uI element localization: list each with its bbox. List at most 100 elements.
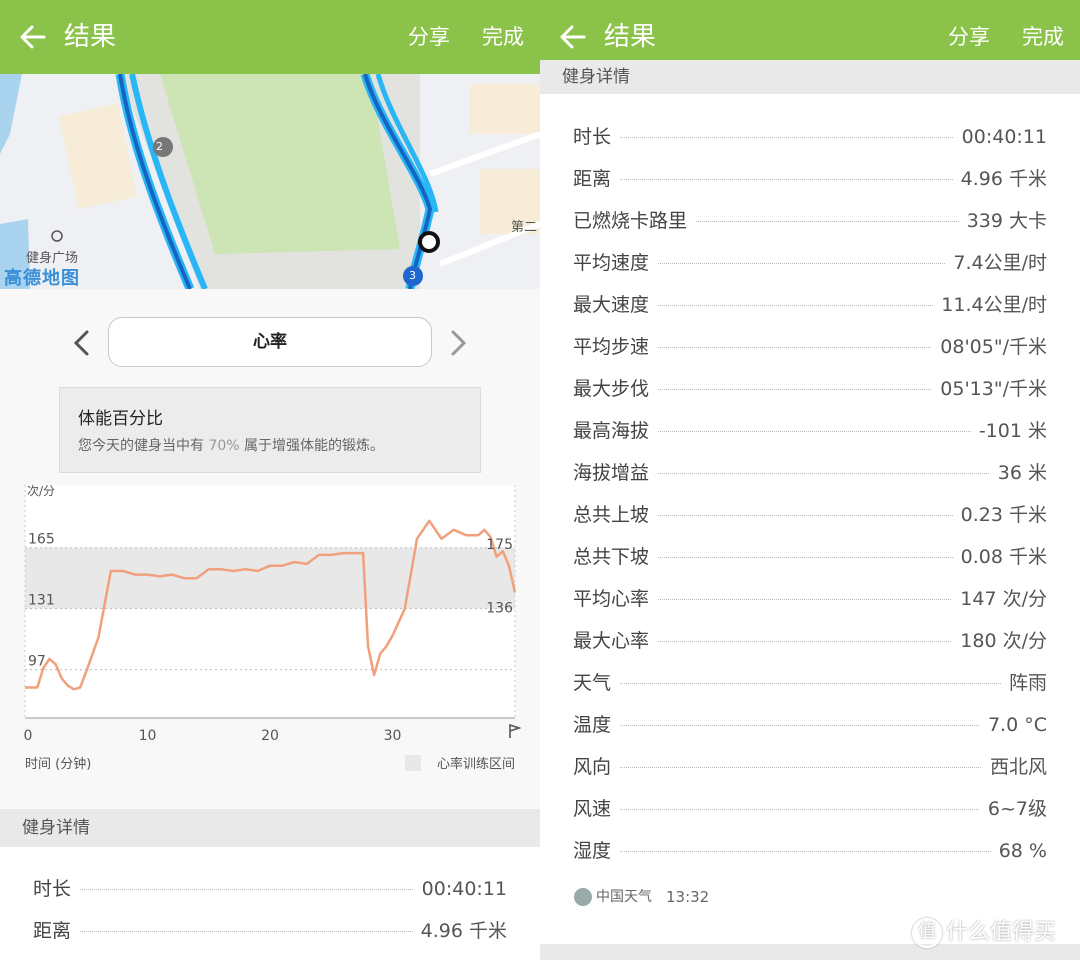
- page-title-right: 结果: [604, 22, 657, 52]
- detail-row-6: 最大步伐 05'13"/千米: [573, 374, 1047, 404]
- detail-value: 180 次/分: [952, 626, 1047, 656]
- map-road-label: 第二: [511, 220, 538, 235]
- detail-row-15: 风向 西北风: [573, 752, 1047, 782]
- hr-annotation: 136: [486, 601, 513, 617]
- x-tick-label: 20: [261, 728, 279, 744]
- detail-value: 4.96 千米: [412, 916, 507, 946]
- weather-source-name: 中国天气: [596, 889, 652, 905]
- detail-value: 4.96 千米: [952, 164, 1047, 194]
- detail-value: 05'13"/千米: [932, 374, 1047, 404]
- hr-annotation: 175: [486, 537, 513, 553]
- detail-value: 西北风: [981, 752, 1047, 782]
- map-canvas: [0, 74, 540, 289]
- detail-label: 平均速度: [573, 248, 658, 278]
- page-title: 结果: [64, 22, 117, 52]
- left-screen: 结果 分享 完成 2 3 健身广场 第二 高德地图 心率 体能百分比 您今天的健…: [0, 0, 540, 960]
- detail-value: 7.4公里/时: [945, 248, 1047, 278]
- details-header-right: 健身详情: [540, 60, 1080, 94]
- route-map[interactable]: 2 3 健身广场 第二: [0, 74, 540, 289]
- weather-source: 中国天气: [574, 886, 652, 906]
- fitness-text-after: 属于增强体能的锻炼。: [244, 438, 385, 454]
- details-header-left: 健身详情: [0, 809, 540, 847]
- leader-dots: [573, 683, 1047, 684]
- fitness-percent-box: 体能百分比 您今天的健身当中有 70% 属于增强体能的锻炼。: [59, 387, 481, 473]
- detail-value: 00:40:11: [953, 122, 1047, 152]
- detail-row-7: 最高海拔 -101 米: [573, 416, 1047, 446]
- detail-value: 36 米: [989, 458, 1047, 488]
- detail-row-8: 海拔增益 36 米: [573, 458, 1047, 488]
- detail-label: 最大速度: [573, 290, 658, 320]
- detail-value: 00:40:11: [413, 874, 507, 904]
- fitness-text-before: 您今天的健身当中有: [78, 438, 204, 454]
- detail-row-left-1: 距离 4.96 千米: [33, 916, 507, 946]
- right-screen: 结果 分享 完成 健身详情 时长 00:40:11 距离 4.96 千米已燃烧卡路里 3…: [540, 0, 1080, 960]
- detail-value: 339 大卡: [958, 206, 1047, 236]
- fitness-percent-value: 70%: [208, 438, 240, 454]
- detail-label: 距离: [33, 916, 80, 946]
- detail-label: 总共下坡: [573, 542, 658, 572]
- detail-row-16: 风速 6~7级: [573, 794, 1047, 824]
- leader-dots: [573, 767, 1047, 768]
- detail-label: 已燃烧卡路里: [573, 206, 696, 236]
- share-button-right[interactable]: 分享: [948, 23, 990, 51]
- detail-row-0: 时长 00:40:11: [573, 122, 1047, 152]
- detail-row-left-0: 时长 00:40:11: [33, 874, 507, 904]
- fitness-percent-title: 体能百分比: [78, 409, 163, 429]
- detail-row-17: 湿度 68 %: [573, 836, 1047, 866]
- detail-value: 6~7级: [979, 794, 1047, 824]
- detail-row-12: 最大心率 180 次/分: [573, 626, 1047, 656]
- leader-dots: [573, 809, 1047, 810]
- detail-row-3: 平均速度 7.4公里/时: [573, 248, 1047, 278]
- detail-label: 距离: [573, 164, 620, 194]
- weather-time: 13:32: [666, 888, 710, 906]
- weather-logo-icon: [574, 888, 592, 906]
- x-tick-label: 30: [384, 728, 402, 744]
- detail-value: 7.0 °C: [979, 710, 1047, 740]
- detail-row-13: 天气 阵雨: [573, 668, 1047, 698]
- detail-label: 最大心率: [573, 626, 658, 656]
- chevron-right-icon[interactable]: [446, 328, 470, 358]
- metric-selector[interactable]: 心率: [108, 317, 432, 367]
- detail-label: 风速: [573, 794, 620, 824]
- detail-value: 11.4公里/时: [933, 290, 1047, 320]
- chevron-left-icon[interactable]: [70, 328, 94, 358]
- detail-value: 68 %: [990, 836, 1047, 866]
- detail-row-1: 距离 4.96 千米: [573, 164, 1047, 194]
- back-arrow-icon[interactable]: [558, 18, 588, 56]
- done-button-right[interactable]: 完成: [1022, 23, 1064, 51]
- leader-dots: [573, 851, 1047, 852]
- back-arrow-icon[interactable]: [18, 18, 48, 56]
- y-unit-label: 次/分: [27, 484, 55, 498]
- share-button[interactable]: 分享: [408, 23, 450, 51]
- detail-label: 海拔增益: [573, 458, 658, 488]
- detail-row-10: 总共下坡 0.08 千米: [573, 542, 1047, 572]
- detail-label: 时长: [573, 122, 620, 152]
- detail-label: 最大步伐: [573, 374, 658, 404]
- zone-legend-label: 心率训练区间: [437, 756, 515, 772]
- map-current-position-icon: [418, 231, 440, 253]
- detail-label: 天气: [573, 668, 620, 698]
- finish-flag-icon: [509, 723, 522, 738]
- detail-value: 0.08 千米: [952, 542, 1047, 572]
- y-tick-label: 131: [28, 593, 55, 609]
- zone-legend-swatch: [405, 755, 421, 771]
- detail-label: 温度: [573, 710, 620, 740]
- detail-label: 湿度: [573, 836, 620, 866]
- detail-label: 平均心率: [573, 584, 658, 614]
- detail-label: 时长: [33, 874, 80, 904]
- map-marker-2-label: 2: [156, 140, 163, 153]
- detail-value: -101 米: [970, 416, 1047, 446]
- app-bar: 结果 分享 完成: [0, 0, 540, 74]
- x-tick-label: 10: [139, 728, 157, 744]
- x-tick-label: 0: [24, 728, 33, 744]
- detail-row-11: 平均心率 147 次/分: [573, 584, 1047, 614]
- y-tick-label: 165: [28, 532, 55, 548]
- detail-row-14: 温度 7.0 °C: [573, 710, 1047, 740]
- map-marker-3-label: 3: [409, 269, 416, 282]
- detail-row-5: 平均步速 08'05"/千米: [573, 332, 1047, 362]
- heart-rate-chart: 165131970 10 20 30次/分175136时间 (分钟) 心率训练区间: [24, 484, 522, 772]
- done-button[interactable]: 完成: [482, 23, 524, 51]
- hr-training-zone: [25, 547, 515, 609]
- leader-dots: [573, 725, 1047, 726]
- map-provider-logo: 高德地图: [4, 268, 80, 289]
